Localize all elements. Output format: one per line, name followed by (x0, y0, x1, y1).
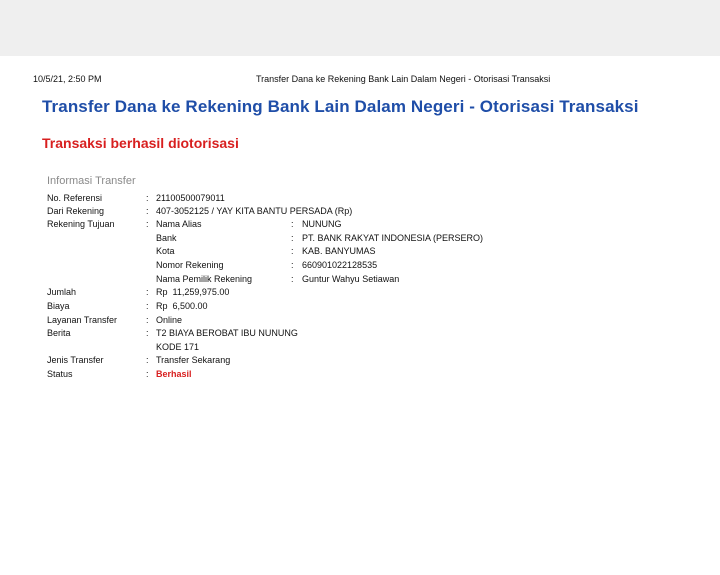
top-band (0, 0, 720, 56)
label-nomor-rekening: Nomor Rekening (156, 260, 224, 270)
label-status: Status (47, 369, 73, 379)
print-datetime: 10/5/21, 2:50 PM (33, 74, 102, 84)
separator: : (146, 301, 149, 311)
value-jumlah: Rp 11,259,975.00 (156, 287, 230, 297)
value-berita-line2: KODE 171 (156, 342, 200, 352)
label-nama-alias: Nama Alias (156, 219, 202, 229)
value-layanan-transfer: Online (156, 315, 183, 325)
label-layanan-transfer: Layanan Transfer (47, 315, 118, 325)
value-nomor-rekening: 660901022128535 (302, 260, 378, 270)
value-bank: PT. BANK RAKYAT INDONESIA (PERSERO) (302, 233, 484, 243)
label-nama-pemilik: Nama Pemilik Rekening (156, 274, 253, 284)
separator: : (146, 219, 149, 229)
success-message: Transaksi berhasil diotorisasi (42, 135, 239, 151)
separator: : (291, 233, 294, 243)
label-rekening-tujuan: Rekening Tujuan (47, 219, 115, 229)
separator: : (291, 260, 294, 270)
value-nama-pemilik: Guntur Wahyu Setiawan (302, 274, 400, 284)
print-page-title: Transfer Dana ke Rekening Bank Lain Dala… (256, 74, 551, 84)
separator: : (146, 315, 149, 325)
separator: : (146, 328, 149, 338)
value-nama-alias: NUNUNG (302, 219, 342, 229)
separator: : (146, 206, 149, 216)
page-title: Transfer Dana ke Rekening Bank Lain Dala… (42, 97, 639, 116)
label-kota: Kota (156, 246, 175, 256)
value-dari-rekening: 407-3052125 / YAY KITA BANTU PERSADA (Rp… (156, 206, 353, 216)
value-biaya: Rp 6,500.00 (156, 301, 208, 311)
separator: : (291, 219, 294, 229)
section-title: Informasi Transfer (47, 175, 136, 187)
label-jenis-transfer: Jenis Transfer (47, 355, 104, 365)
label-jumlah: Jumlah (47, 287, 77, 297)
status-badge: Berhasil (156, 369, 192, 379)
value-kota: KAB. BANYUMAS (302, 246, 376, 256)
separator: : (146, 355, 149, 365)
separator: : (291, 274, 294, 284)
label-bank: Bank (156, 233, 177, 243)
separator: : (146, 287, 149, 297)
value-jenis-transfer: Transfer Sekarang (156, 355, 231, 365)
separator: : (146, 193, 149, 203)
value-berita-line1: T2 BIAYA BEROBAT IBU NUNUNG (156, 328, 298, 338)
value-no-referensi: 21100500079011 (156, 193, 225, 203)
separator: : (146, 369, 149, 379)
label-biaya: Biaya (47, 301, 70, 311)
separator: : (291, 246, 294, 256)
label-no-referensi: No. Referensi (47, 193, 103, 203)
label-berita: Berita (47, 328, 71, 338)
print-header: 10/5/21, 2:50 PM Transfer Dana ke Rekeni… (0, 74, 720, 88)
label-dari-rekening: Dari Rekening (47, 206, 105, 216)
